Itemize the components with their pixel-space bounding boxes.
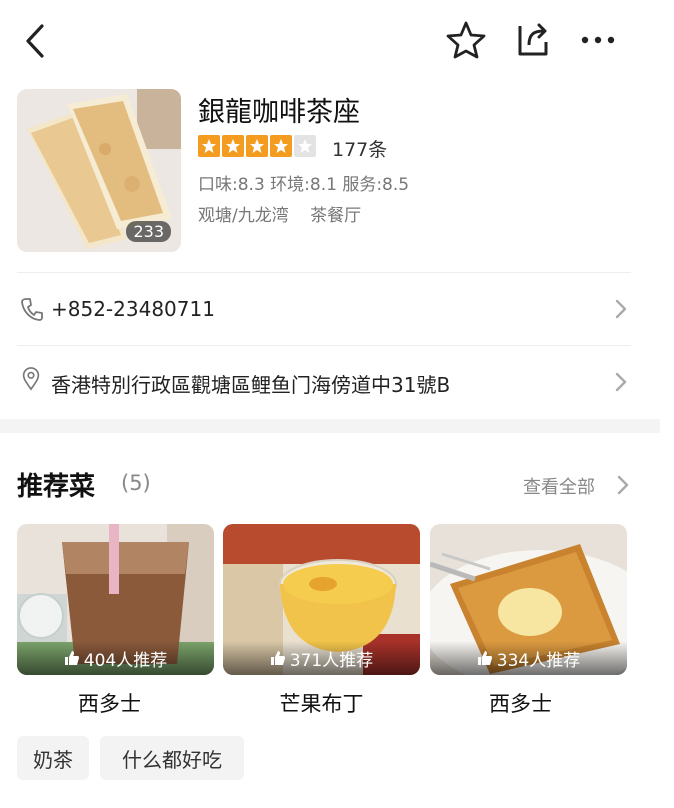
dish-card[interactable]: 404人推荐 (17, 524, 214, 675)
chevron-right-icon[interactable] (616, 474, 630, 496)
dish-name: 西多士 (489, 692, 552, 716)
star-filled-icon (222, 135, 244, 157)
section-count: (5) (121, 471, 151, 495)
thumbs-up-icon (477, 651, 492, 665)
back-arrow-icon (26, 24, 44, 58)
rating-scores: 口味:8.3 环境:8.1 服务:8.5 (198, 175, 410, 195)
divider (17, 272, 631, 273)
star-filled-icon (246, 135, 268, 157)
back-button[interactable] (18, 22, 52, 60)
phone-row[interactable]: +852-23480711 (17, 289, 631, 329)
dish-name: 西多士 (78, 692, 141, 716)
dish-name: 芒果布丁 (279, 692, 364, 716)
phone-number: +852-23480711 (51, 297, 215, 321)
address-row[interactable]: 香港特別行政區觀塘區鲤鱼门海傍道中31號B (17, 361, 631, 401)
district-label: 观塘/九龙湾 (198, 206, 289, 226)
recommend-count: 404人推荐 (83, 650, 168, 671)
see-all-link[interactable]: 查看全部 (523, 473, 595, 499)
recommend-count: 334人推荐 (496, 650, 581, 671)
recommend-badge: 404人推荐 (17, 641, 214, 675)
photo-count: 233 (126, 221, 171, 242)
star-filled-icon (270, 135, 292, 157)
address-text: 香港特別行政區觀塘區鲤鱼门海傍道中31號B (51, 373, 451, 397)
see-all-label: 查看全部 (523, 477, 595, 498)
tag-chip[interactable]: 奶茶 (17, 736, 89, 780)
thumbs-up-icon (270, 651, 285, 665)
share-icon (518, 23, 548, 56)
more-dots-icon (581, 36, 615, 44)
star-empty-icon (294, 135, 316, 157)
tag-chip[interactable]: 什么都好吃 (100, 736, 244, 780)
section-title: 推荐菜 (17, 472, 96, 502)
recommend-badge: 371人推荐 (223, 641, 420, 675)
location-pin-icon (22, 367, 40, 391)
recommend-count: 371人推荐 (289, 650, 374, 671)
section-separator (0, 419, 660, 433)
tag-label: 什么都好吃 (122, 747, 222, 772)
dish-card[interactable]: 334人推荐 (430, 524, 627, 675)
category-row: 观塘/九龙湾 茶餐厅 (198, 201, 377, 226)
favorite-button[interactable] (446, 20, 486, 60)
star-filled-icon (198, 135, 220, 157)
tag-label: 奶茶 (33, 747, 73, 772)
share-button[interactable] (512, 20, 552, 60)
rating-stars (198, 135, 316, 157)
thumbs-up-icon (64, 651, 79, 665)
category-label: 茶餐厅 (310, 206, 362, 226)
shop-photo[interactable]: 233 (17, 89, 181, 252)
chevron-right-icon (615, 372, 627, 392)
phone-icon (21, 298, 43, 321)
dish-card[interactable]: 371人推荐 (223, 524, 420, 675)
shop-name: 銀龍咖啡茶座 (198, 97, 360, 128)
star-outline-icon (446, 21, 486, 59)
more-button[interactable] (578, 26, 618, 54)
recommend-badge: 334人推荐 (430, 641, 627, 675)
review-count[interactable]: 177条 (332, 135, 387, 162)
divider (17, 345, 631, 346)
chevron-right-icon (615, 299, 627, 319)
